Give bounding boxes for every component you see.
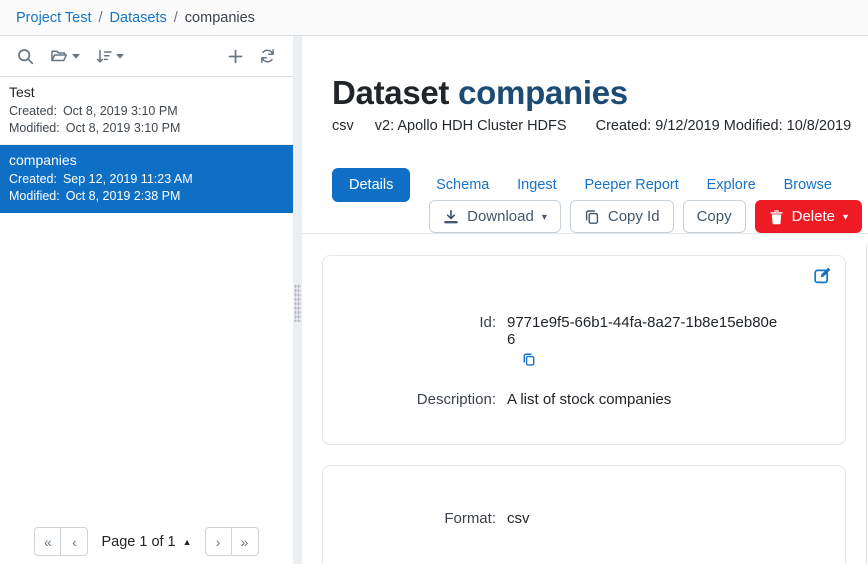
dataset-list-panel: Test Created: Oct 8, 2019 3:10 PM Modifie… bbox=[0, 36, 293, 564]
dataset-list: Test Created: Oct 8, 2019 3:10 PM Modifie… bbox=[0, 77, 293, 213]
action-button-row: Download ▾ Copy Id Copy Delete ▾ bbox=[302, 200, 862, 233]
edit-details-button[interactable] bbox=[812, 265, 833, 289]
copy-id-button[interactable]: Copy Id bbox=[569, 200, 674, 233]
page-indicator-dropdown[interactable]: Page 1 of 1 ▲ bbox=[101, 534, 191, 550]
next-page-button[interactable]: › bbox=[204, 527, 232, 556]
caret-down-icon: ▾ bbox=[541, 212, 547, 223]
dataset-modified: Modified: Oct 8, 2019 2:38 PM bbox=[9, 188, 181, 203]
meta-format: csv bbox=[332, 118, 354, 134]
open-folder-icon bbox=[51, 50, 68, 62]
sidebar-toolbar bbox=[0, 36, 293, 77]
header-divider bbox=[302, 233, 868, 234]
dataset-detail-panel: Dataset companies csv v2: Apollo HDH Clus… bbox=[302, 36, 868, 564]
tab-details[interactable]: Details bbox=[332, 168, 411, 202]
add-dataset-button[interactable] bbox=[224, 45, 247, 68]
page-indicator-label: Page 1 of 1 bbox=[101, 533, 176, 550]
trash-icon bbox=[770, 209, 783, 224]
scroll-edge-line bbox=[866, 245, 867, 564]
dataset-modified: Modified: Oct 8, 2019 3:10 PM bbox=[9, 120, 181, 135]
edit-icon bbox=[814, 267, 831, 284]
list-item-test[interactable]: Test Created: Oct 8, 2019 3:10 PM Modifie… bbox=[0, 77, 293, 145]
page-title-dataset-name: companies bbox=[458, 74, 628, 111]
tab-schema[interactable]: Schema bbox=[434, 168, 491, 202]
breadcrumb: Project Test / Datasets / companies bbox=[0, 0, 868, 36]
dataset-created: Created: Oct 8, 2019 3:10 PM bbox=[9, 104, 178, 118]
format-label: Format: bbox=[444, 510, 496, 527]
download-button[interactable]: Download ▾ bbox=[429, 200, 561, 233]
id-field-row: Id: 9771e9f5-66b1-44fa-8a27-1b8e15eb80e6 bbox=[323, 314, 845, 348]
breadcrumb-current: companies bbox=[184, 9, 255, 26]
drag-grip-icon bbox=[294, 284, 301, 322]
tab-ingest[interactable]: Ingest bbox=[515, 168, 559, 202]
caret-up-icon: ▲ bbox=[182, 536, 192, 547]
sort-button[interactable] bbox=[92, 45, 128, 68]
pagination-forward-group: › » bbox=[204, 527, 259, 556]
meta-version: v2: Apollo HDH Cluster HDFS bbox=[374, 118, 567, 134]
tab-peeper-report[interactable]: Peeper Report bbox=[582, 168, 680, 202]
prev-page-button[interactable]: ‹ bbox=[61, 527, 89, 556]
search-icon bbox=[18, 48, 34, 64]
panel-resize-splitter[interactable] bbox=[293, 36, 302, 564]
caret-down-icon bbox=[116, 53, 124, 59]
caret-down-icon: ▾ bbox=[842, 212, 848, 223]
page-title: Dataset companies bbox=[332, 74, 628, 111]
id-value: 9771e9f5-66b1-44fa-8a27-1b8e15eb80e6 bbox=[507, 314, 778, 348]
breadcrumb-separator: / bbox=[173, 9, 178, 26]
format-card: Format: csv bbox=[322, 465, 846, 564]
copy-icon bbox=[585, 209, 598, 224]
download-icon bbox=[444, 209, 458, 223]
breadcrumb-link-project[interactable]: Project Test bbox=[16, 10, 92, 26]
dataset-meta-line: csv v2: Apollo HDH Cluster HDFS Created:… bbox=[332, 118, 868, 134]
last-page-button[interactable]: » bbox=[231, 527, 259, 556]
dataset-created: Created: Sep 12, 2019 11:23 AM bbox=[9, 172, 193, 186]
dataset-title: Test bbox=[9, 84, 35, 100]
dataset-title: companies bbox=[9, 152, 77, 168]
list-item-companies[interactable]: companies Created: Sep 12, 2019 11:23 AM … bbox=[0, 145, 293, 213]
description-field-row: Description: A list of stock companies bbox=[323, 391, 845, 408]
tab-browse[interactable]: Browse bbox=[782, 168, 834, 202]
details-card: Id: 9771e9f5-66b1-44fa-8a27-1b8e15eb80e6… bbox=[322, 255, 846, 445]
search-button[interactable] bbox=[13, 44, 38, 69]
format-field-row: Format: csv bbox=[323, 510, 845, 527]
folder-filter-button[interactable] bbox=[46, 44, 84, 68]
copy-icon bbox=[523, 353, 535, 366]
refresh-icon bbox=[261, 49, 274, 63]
id-copy-row bbox=[323, 352, 845, 371]
copy-button[interactable]: Copy bbox=[682, 200, 746, 233]
description-value: A list of stock companies bbox=[507, 391, 672, 408]
delete-button[interactable]: Delete ▾ bbox=[754, 200, 862, 233]
id-label: Id: bbox=[479, 314, 496, 331]
tab-explore[interactable]: Explore bbox=[705, 168, 758, 202]
meta-dates: Created: 9/12/2019 Modified: 10/8/2019 bbox=[595, 118, 852, 134]
format-value: csv bbox=[507, 510, 530, 527]
plus-icon bbox=[228, 49, 243, 63]
caret-down-icon bbox=[72, 53, 80, 59]
tab-bar: Details Schema Ingest Peeper Report Expl… bbox=[332, 168, 834, 202]
breadcrumb-link-datasets[interactable]: Datasets bbox=[110, 10, 167, 26]
pagination-back-group: « ‹ bbox=[34, 527, 89, 556]
description-label: Description: bbox=[416, 391, 496, 408]
pagination: « ‹ Page 1 of 1 ▲ › » bbox=[0, 527, 293, 556]
breadcrumb-separator: / bbox=[98, 9, 103, 26]
refresh-button[interactable] bbox=[255, 44, 280, 68]
copy-id-inline-button[interactable] bbox=[522, 352, 536, 370]
first-page-button[interactable]: « bbox=[34, 527, 62, 556]
sort-amount-down-icon bbox=[96, 49, 112, 63]
